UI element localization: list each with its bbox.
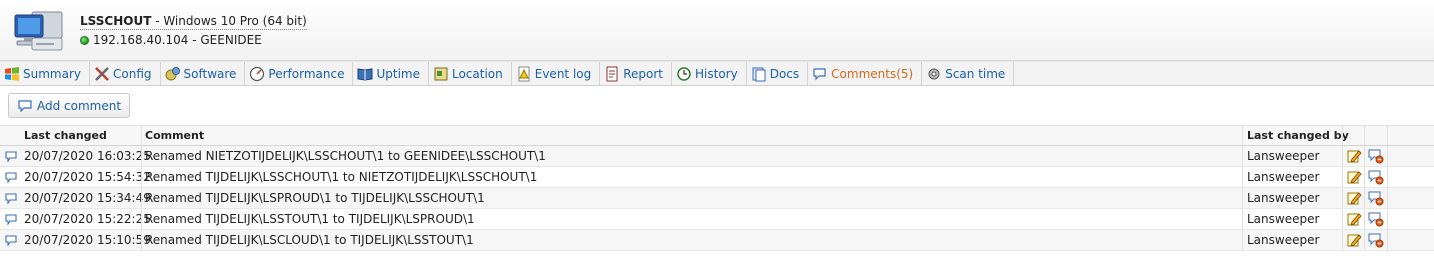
- row-date: 20/07/2020 15:22:25: [24, 212, 151, 226]
- tab-summary[interactable]: Summary: [0, 62, 90, 85]
- row-changed-by: Lansweeper: [1242, 230, 1342, 250]
- comment-icon: [0, 230, 22, 250]
- asset-subtitle: 192.168.40.104 - GEENIDEE: [80, 33, 262, 47]
- tab-label: Event log: [534, 66, 592, 81]
- warning-icon: [518, 66, 530, 81]
- software-icon: [165, 66, 180, 80]
- table-row: 20/07/2020 15:10:59 Renamed TIJDELIJK\LSC…: [0, 230, 1434, 251]
- tab-label: History: [695, 66, 738, 81]
- row-changed-by: Lansweeper: [1242, 188, 1342, 208]
- edit-comment-icon[interactable]: [1342, 188, 1364, 208]
- comment-icon: [0, 146, 22, 166]
- report-icon: [606, 66, 618, 81]
- row-changed-by: Lansweeper: [1242, 167, 1342, 187]
- tab-label: Software: [183, 66, 237, 81]
- edit-comment-icon[interactable]: [1342, 146, 1364, 166]
- asset-title[interactable]: LSSCHOUT - Windows 10 Pro (64 bit): [80, 14, 307, 30]
- comment-icon: [0, 209, 22, 229]
- tab-docs[interactable]: Docs: [747, 62, 809, 85]
- row-comment: Renamed TIJDELIJK\LSPROUD\1 to TIJDELIJK…: [141, 188, 1242, 208]
- row-changed-by: Lansweeper: [1242, 146, 1342, 166]
- row-changed-by: Lansweeper: [1242, 209, 1342, 229]
- tab-label: Comments(5): [831, 66, 914, 81]
- map-icon: [434, 67, 448, 80]
- tab-event-log[interactable]: Event log: [512, 62, 601, 85]
- history-icon: [677, 66, 691, 81]
- col-last-changed[interactable]: Last changed: [22, 126, 141, 145]
- tab-uptime[interactable]: Uptime: [353, 62, 429, 85]
- tab-software[interactable]: Software: [161, 62, 246, 85]
- tab-label: Performance: [268, 66, 345, 81]
- tab-bar: Summary Config Software Performance Upti…: [0, 61, 1434, 86]
- tab-label: Scan time: [945, 66, 1006, 81]
- scan-gear-icon: [928, 68, 940, 79]
- tab-label: Report: [623, 66, 664, 81]
- tools-icon: [95, 66, 109, 81]
- asset-header: LSSCHOUT - Windows 10 Pro (64 bit) 192.1…: [0, 0, 1434, 61]
- gauge-icon: [250, 66, 265, 81]
- tab-label: Location: [451, 66, 503, 81]
- delete-comment-icon[interactable]: [1364, 167, 1388, 187]
- tab-config[interactable]: Config: [90, 62, 161, 85]
- os-name: - Windows 10 Pro (64 bit): [151, 14, 307, 28]
- row-comment: Renamed TIJDELIJK\LSSTOUT\1 to TIJDELIJK…: [141, 209, 1242, 229]
- edit-comment-icon[interactable]: [1342, 209, 1364, 229]
- comment-icon: [0, 188, 22, 208]
- table-row: 20/07/2020 15:22:25 Renamed TIJDELIJK\LSS…: [0, 209, 1434, 230]
- online-status-icon: [80, 35, 89, 45]
- comments-table: Last changed Comment Last changed by 20/…: [0, 125, 1434, 251]
- comments-icon: [813, 67, 826, 80]
- delete-comment-icon[interactable]: [1364, 209, 1388, 229]
- row-date: 20/07/2020 16:03:25: [24, 149, 151, 163]
- row-date: 20/07/2020 15:10:59: [24, 233, 151, 247]
- tab-scan-time[interactable]: Scan time: [922, 62, 1015, 85]
- row-comment: Renamed TIJDELIJK\LSCLOUD\1 to TIJDELIJK…: [141, 230, 1242, 250]
- add-comment-label: Add comment: [37, 98, 122, 113]
- tab-label: Uptime: [376, 66, 420, 81]
- col-comment[interactable]: Comment: [141, 126, 1242, 145]
- tab-history[interactable]: History: [672, 62, 747, 85]
- table-header: Last changed Comment Last changed by: [0, 126, 1434, 146]
- delete-comment-icon[interactable]: [1364, 146, 1388, 166]
- edit-comment-icon[interactable]: [1342, 167, 1364, 187]
- toolbar: Add comment: [0, 86, 1434, 124]
- tab-label: Docs: [769, 66, 800, 81]
- row-date: 20/07/2020 15:34:49: [24, 191, 151, 205]
- delete-comment-icon[interactable]: [1364, 188, 1388, 208]
- computer-icon: [14, 11, 63, 51]
- comment-icon: [0, 167, 22, 187]
- row-comment: Renamed TIJDELIJK\LSSCHOUT\1 to NIETZOTI…: [141, 167, 1242, 187]
- delete-comment-icon[interactable]: [1364, 230, 1388, 250]
- tab-label: Config: [113, 66, 152, 81]
- row-comment: Renamed NIETZOTIJDELIJK\LSSCHOUT\1 to GE…: [141, 146, 1242, 166]
- ip-domain: 192.168.40.104 - GEENIDEE: [93, 33, 262, 47]
- tab-location[interactable]: Location: [429, 62, 512, 85]
- book-icon: [357, 67, 373, 81]
- windows-logo-icon: [5, 66, 19, 81]
- add-comment-button[interactable]: Add comment: [8, 93, 131, 118]
- tab-label: Summary: [23, 66, 81, 81]
- hostname: LSSCHOUT: [80, 14, 152, 28]
- docs-icon: [752, 67, 766, 81]
- col-changed-by[interactable]: Last changed by: [1242, 126, 1349, 145]
- tab-report[interactable]: Report: [600, 62, 673, 85]
- edit-comment-icon[interactable]: [1342, 230, 1364, 250]
- table-row: 20/07/2020 16:03:25 Renamed NIETZOTIJDELI…: [0, 146, 1434, 167]
- tab-performance[interactable]: Performance: [245, 62, 354, 85]
- row-date: 20/07/2020 15:54:32: [24, 170, 151, 184]
- comment-bubble-icon: [18, 99, 32, 112]
- tab-comments[interactable]: Comments(5): [808, 62, 923, 85]
- table-row: 20/07/2020 15:54:32 Renamed TIJDELIJK\LSS…: [0, 167, 1434, 188]
- table-row: 20/07/2020 15:34:49 Renamed TIJDELIJK\LSP…: [0, 188, 1434, 209]
